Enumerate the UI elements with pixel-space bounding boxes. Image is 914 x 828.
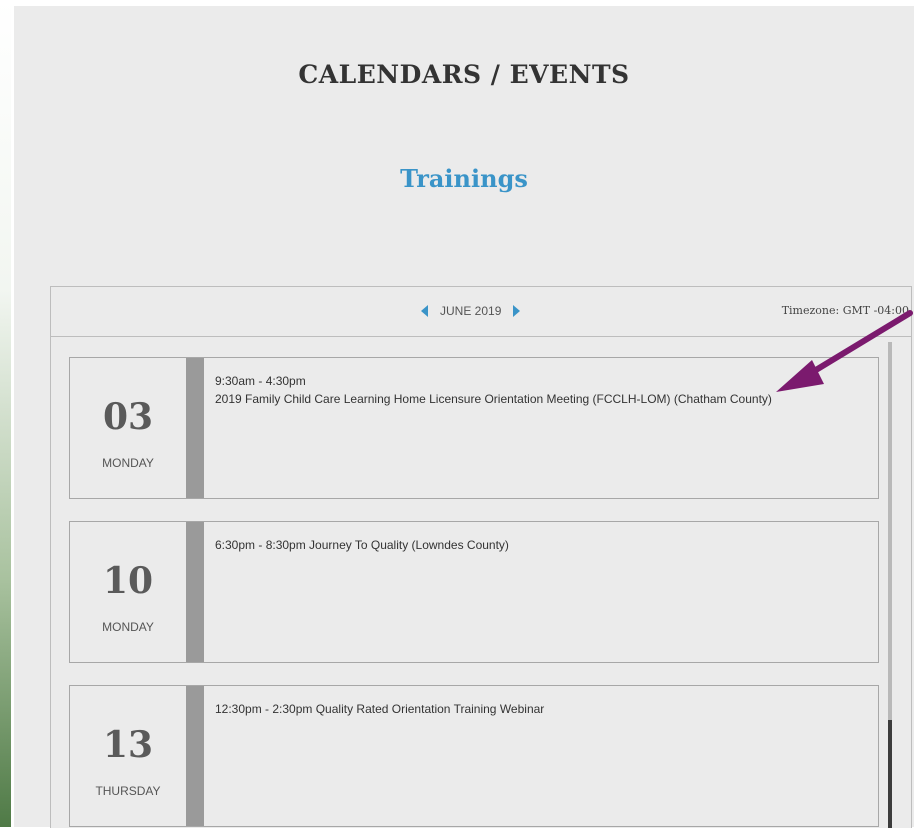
event-title-link[interactable]: 12:30pm - 2:30pm Quality Rated Orientati…: [215, 700, 870, 718]
event-title-link[interactable]: 2019 Family Child Care Learning Home Lic…: [215, 390, 870, 408]
page-title: CALENDARS / EVENTS: [298, 60, 630, 89]
calendar-widget: JUNE 2019 Timezone: GMT -04:00 03 MONDAY…: [50, 286, 912, 828]
event-details: 12:30pm - 2:30pm Quality Rated Orientati…: [215, 700, 870, 718]
event-weekday: MONDAY: [102, 456, 154, 470]
event-divider-bar: [186, 522, 204, 662]
event-day-number: 13: [102, 724, 154, 766]
event-day-number: 03: [102, 396, 154, 438]
previous-month-arrow-icon[interactable]: [421, 305, 428, 317]
event-item[interactable]: 03 MONDAY 9:30am - 4:30pm 2019 Family Ch…: [69, 357, 879, 499]
event-details: 9:30am - 4:30pm 2019 Family Child Care L…: [215, 372, 870, 408]
event-divider-bar: [186, 686, 204, 826]
event-day-number: 10: [102, 560, 154, 602]
event-weekday: THURSDAY: [95, 784, 161, 798]
event-details: 6:30pm - 8:30pm Journey To Quality (Lown…: [215, 536, 870, 554]
month-label: JUNE 2019: [440, 304, 502, 318]
event-date: 10 MONDAY: [70, 522, 186, 662]
event-time[interactable]: 9:30am - 4:30pm: [215, 372, 870, 390]
vertical-scrollbar[interactable]: [888, 342, 892, 828]
scrollbar-thumb[interactable]: [888, 720, 892, 828]
left-edge-gradient: [0, 0, 11, 827]
event-date: 03 MONDAY: [70, 358, 186, 498]
event-title-link[interactable]: 6:30pm - 8:30pm Journey To Quality (Lown…: [215, 536, 870, 554]
timezone-label: Timezone: GMT -04:00: [781, 304, 909, 317]
content-panel: CALENDARS / EVENTS Trainings JUNE 2019 T…: [14, 6, 914, 828]
event-item[interactable]: 10 MONDAY 6:30pm - 8:30pm Journey To Qua…: [69, 521, 879, 663]
event-weekday: MONDAY: [102, 620, 154, 634]
month-navigation: JUNE 2019: [421, 301, 521, 321]
event-item[interactable]: 13 THURSDAY 12:30pm - 2:30pm Quality Rat…: [69, 685, 879, 827]
next-month-arrow-icon[interactable]: [513, 305, 521, 317]
event-date: 13 THURSDAY: [70, 686, 186, 826]
event-divider-bar: [186, 358, 204, 498]
calendar-header: JUNE 2019 Timezone: GMT -04:00: [51, 287, 911, 337]
page-subtitle: Trainings: [400, 164, 528, 193]
